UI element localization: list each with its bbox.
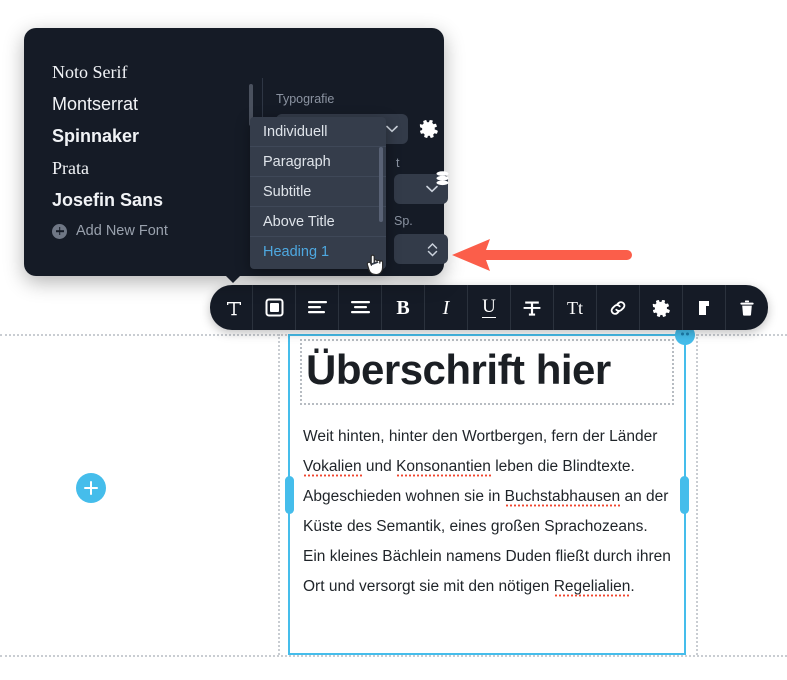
- gear-icon: [652, 299, 670, 317]
- text-case-icon: Tt: [567, 297, 583, 318]
- text-format-button[interactable]: [210, 285, 253, 330]
- align-center-icon: [350, 300, 370, 313]
- font-item-montserrat[interactable]: Montserrat: [52, 88, 238, 120]
- duplicate-button[interactable]: [683, 285, 726, 330]
- plus-circle-icon: [52, 223, 67, 239]
- font-item-prata[interactable]: Prata: [52, 152, 238, 184]
- paragraph-text[interactable]: Weit hinten, hinter den Wortbergen, fern…: [303, 422, 673, 602]
- bold-button[interactable]: B: [382, 285, 425, 330]
- paragraph-fragment: .: [630, 578, 635, 595]
- misspelled-word: Regelialien: [553, 578, 631, 597]
- guide-line-vertical-left: [278, 334, 280, 655]
- panel-pointer-caret: [224, 274, 242, 283]
- format-toolbar[interactable]: B I U Tt: [210, 285, 768, 330]
- add-new-font-button[interactable]: Add New Font: [52, 223, 238, 239]
- add-new-font-label: Add New Font: [76, 223, 168, 239]
- font-item-noto-serif[interactable]: Noto Serif: [52, 56, 238, 88]
- underline-button[interactable]: U: [468, 285, 511, 330]
- align-left-icon: [307, 300, 327, 313]
- guide-line-horizontal-bottom: [0, 655, 787, 657]
- mouse-cursor-pointer: [364, 252, 386, 283]
- italic-button[interactable]: I: [425, 285, 468, 330]
- font-list[interactable]: Noto Serif Montserrat Spinnaker Prata Jo…: [24, 28, 238, 276]
- font-item-josefin-sans[interactable]: Josefin Sans: [52, 184, 238, 216]
- shape-box-icon: [265, 298, 283, 317]
- resize-handle-left[interactable]: [285, 476, 294, 514]
- misspelled-word: Konsonantien: [396, 458, 491, 477]
- database-icon: [436, 171, 449, 186]
- duplicate-icon: [699, 300, 709, 315]
- font-item-spinnaker[interactable]: Spinnaker: [52, 120, 238, 152]
- strikethrough-button[interactable]: [511, 285, 554, 330]
- heading-text[interactable]: Überschrift hier: [306, 343, 676, 397]
- layers-stack-icon[interactable]: [434, 170, 451, 192]
- letter-spacing-stepper[interactable]: [394, 234, 448, 264]
- add-block-button[interactable]: [76, 473, 106, 503]
- chevron-down-icon: [386, 125, 398, 133]
- paragraph-fragment: Weit hinten, hinter den Wortbergen, fern…: [303, 428, 658, 445]
- text-format-icon: [227, 301, 241, 315]
- shape-box-button[interactable]: [253, 285, 296, 330]
- dropdown-scrollbar[interactable]: [379, 147, 383, 222]
- annotation-arrow: [452, 238, 632, 277]
- settings-button[interactable]: [640, 285, 683, 330]
- drag-dots-icon: [681, 332, 689, 336]
- paragraph-fragment: und: [361, 458, 397, 475]
- stepper-updown-icon: [427, 242, 438, 257]
- delete-button[interactable]: [726, 285, 768, 330]
- dropdown-option-individuell[interactable]: Individuell: [250, 117, 386, 147]
- strikethrough-icon: [523, 301, 541, 316]
- guide-line-vertical-right: [696, 334, 698, 655]
- italic-icon: I: [442, 296, 450, 319]
- gear-icon: [419, 120, 438, 138]
- dropdown-option-above-title[interactable]: Above Title: [250, 207, 386, 237]
- link-button[interactable]: [597, 285, 640, 330]
- hand-pointer-icon: [366, 254, 384, 276]
- dropdown-option-paragraph[interactable]: Paragraph: [250, 147, 386, 177]
- link-icon: [610, 300, 626, 315]
- underline-icon: U: [482, 296, 496, 318]
- typography-settings-gear-button[interactable]: [418, 118, 439, 144]
- trash-icon: [740, 300, 754, 316]
- font-size-label: t: [396, 156, 400, 170]
- align-center-button[interactable]: [339, 285, 382, 330]
- text-case-button[interactable]: Tt: [554, 285, 597, 330]
- dropdown-option-subtitle[interactable]: Subtitle: [250, 177, 386, 207]
- resize-handle-right[interactable]: [680, 476, 689, 514]
- misspelled-word: Vokalien: [303, 458, 362, 477]
- align-left-button[interactable]: [296, 285, 339, 330]
- bold-icon: B: [396, 296, 410, 319]
- typography-dropdown-list[interactable]: Individuell Paragraph Subtitle Above Tit…: [250, 117, 386, 269]
- typography-label: Typografie: [276, 92, 335, 106]
- letter-spacing-label: Sp.: [394, 214, 413, 228]
- left-arrow-icon: [452, 239, 632, 271]
- misspelled-word: Buchstabhausen: [504, 488, 621, 507]
